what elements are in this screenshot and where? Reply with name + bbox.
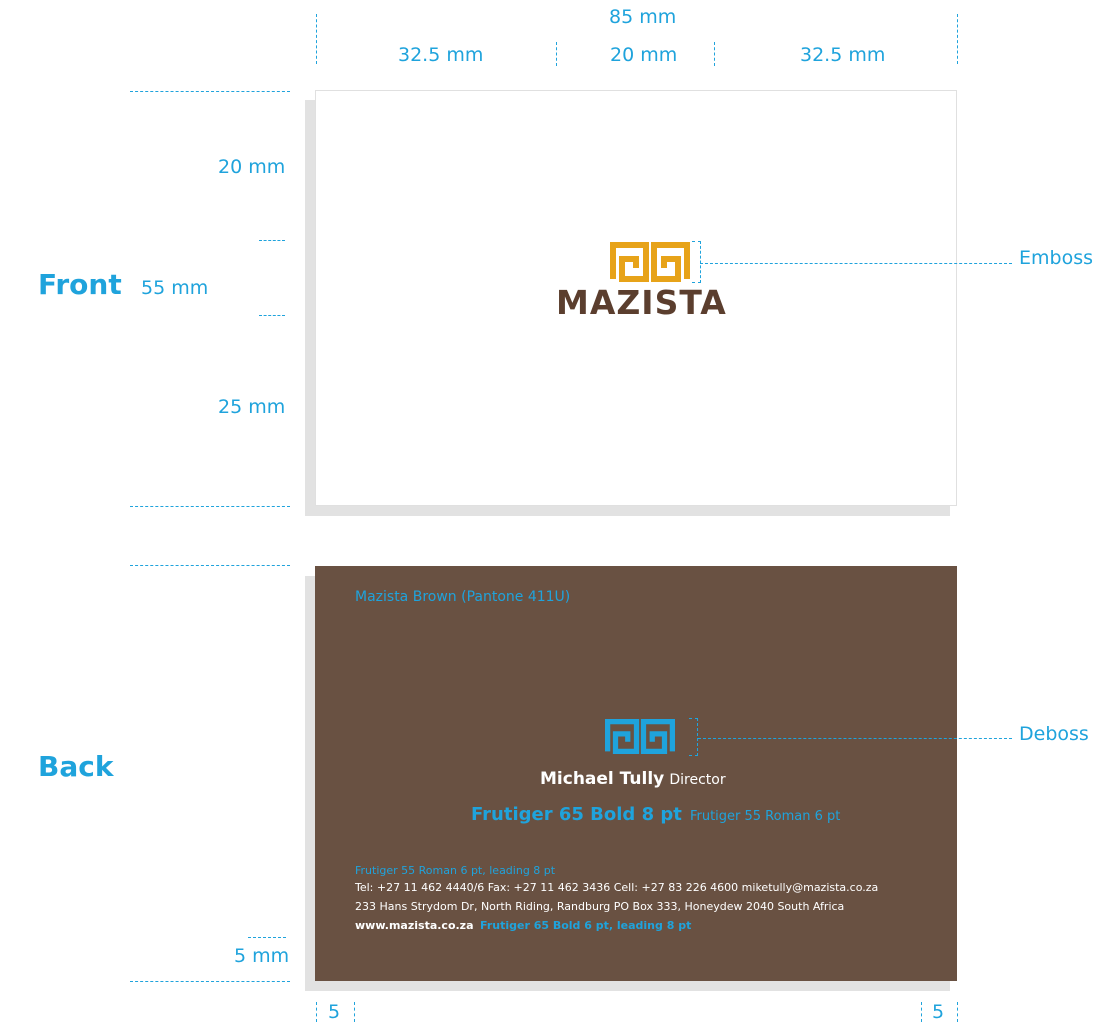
name-font-note: Frutiger 65 Bold 8 pt xyxy=(471,804,682,825)
dim-top-margin: 20 mm xyxy=(218,156,286,178)
website-font-note: Frutiger 65 Bold 6 pt, leading 8 pt xyxy=(480,919,692,932)
brand-wordmark: MAZISTA xyxy=(556,283,727,322)
deboss-bracket xyxy=(689,718,698,756)
dim-tick-right-edge xyxy=(957,14,958,64)
dim-tick-logo-right xyxy=(714,42,715,66)
back-card: Mazista Brown (Pantone 411U) Michael Tul… xyxy=(315,566,957,981)
title-font-note: Frutiger 55 Roman 6 pt xyxy=(689,809,841,824)
guide-logo-bottom xyxy=(259,315,285,316)
mazista-logo-deboss-icon xyxy=(605,719,675,754)
dim-tick-back-left-inner xyxy=(354,1002,355,1022)
guide-front-top xyxy=(130,91,290,92)
dim-total-width: 85 mm xyxy=(609,6,677,28)
dim-back-bottom-margin: 5 mm xyxy=(234,945,290,967)
emboss-callout: Emboss xyxy=(1019,247,1093,269)
cardholder-line: Michael Tully Director xyxy=(540,769,726,789)
dim-tick-logo-left xyxy=(556,42,557,66)
dim-card-height: 55 mm xyxy=(141,277,209,299)
deboss-leader xyxy=(698,738,1012,739)
contact-line-2: 233 Hans Strydom Dr, North Riding, Randb… xyxy=(355,900,845,913)
website: www.mazista.co.za xyxy=(355,919,474,932)
color-note: Mazista Brown (Pantone 411U) xyxy=(355,589,571,605)
guide-front-bottom xyxy=(130,506,290,507)
font-spec-line: Frutiger 65 Bold 8 pt Frutiger 55 Roman … xyxy=(471,804,840,825)
guide-back-bottom-margin xyxy=(248,937,286,938)
guide-back-bottom xyxy=(130,981,290,982)
dim-back-right-margin: 5 xyxy=(932,1001,945,1023)
front-side-label: Front xyxy=(38,268,122,301)
contact-font-note: Frutiger 55 Roman 6 pt, leading 8 pt xyxy=(355,864,556,877)
dim-logo-width: 20 mm xyxy=(610,44,678,66)
dim-tick-back-right-outer xyxy=(957,1002,958,1022)
dim-left-margin: 32.5 mm xyxy=(398,44,484,66)
dim-right-margin: 32.5 mm xyxy=(800,44,886,66)
guide-logo-top xyxy=(259,240,285,241)
dim-tick-back-right-inner xyxy=(921,1002,922,1022)
cardholder-name: Michael Tully xyxy=(540,769,665,789)
emboss-bracket xyxy=(692,241,701,283)
dim-back-left-margin: 5 xyxy=(328,1001,341,1023)
back-side-label: Back xyxy=(38,750,114,783)
emboss-leader xyxy=(700,263,1012,264)
website-line: www.mazista.co.za Frutiger 65 Bold 6 pt,… xyxy=(355,919,691,932)
cardholder-title: Director xyxy=(669,772,726,788)
dim-bottom-margin: 25 mm xyxy=(218,396,286,418)
dim-tick-left-edge xyxy=(316,14,317,64)
front-card: MAZISTA xyxy=(315,90,957,506)
guide-back-top xyxy=(130,565,290,566)
dim-tick-back-left-outer xyxy=(316,1002,317,1022)
contact-line-1: Tel: +27 11 462 4440/6 Fax: +27 11 462 3… xyxy=(355,881,879,894)
mazista-logo-icon xyxy=(610,242,690,282)
deboss-callout: Deboss xyxy=(1019,723,1089,745)
